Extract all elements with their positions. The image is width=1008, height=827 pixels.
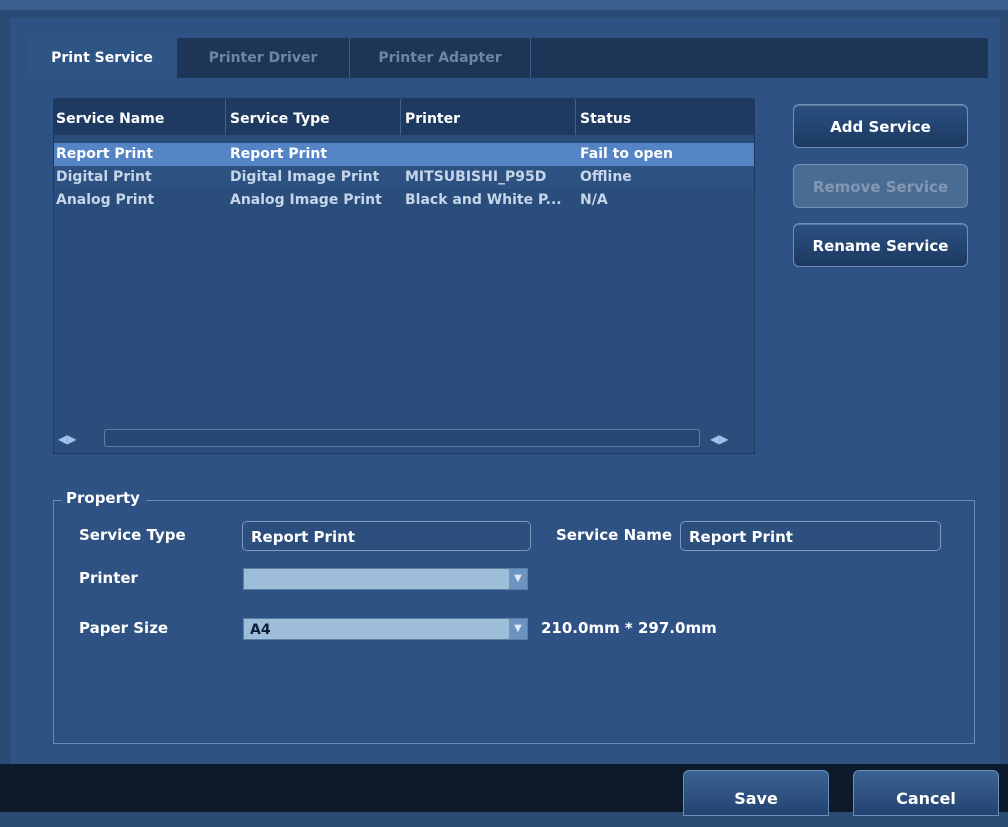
paper-size-value: A4 xyxy=(250,622,271,638)
cell-service-type: Report Print xyxy=(230,146,328,162)
cell-printer: MITSUBISHI_P95D xyxy=(405,169,547,185)
horizontal-scrollbar: ◀▶ ◀▶ xyxy=(54,425,754,453)
cell-status: Fail to open xyxy=(580,146,673,162)
cell-status: N/A xyxy=(580,192,608,208)
cancel-button[interactable]: Cancel xyxy=(853,770,999,816)
top-strip xyxy=(0,0,1008,10)
add-service-button[interactable]: Add Service xyxy=(793,104,968,148)
property-title: Property xyxy=(62,489,146,507)
rename-service-button[interactable]: Rename Service xyxy=(793,223,968,267)
tab-printer-driver[interactable]: Printer Driver xyxy=(177,38,349,78)
tab-print-service[interactable]: Print Service xyxy=(27,38,177,78)
remove-service-button[interactable]: Remove Service xyxy=(793,164,968,208)
scroll-right-arrows-icon[interactable]: ◀▶ xyxy=(710,429,750,449)
save-button[interactable]: Save xyxy=(683,770,829,816)
paper-size-label: Paper Size xyxy=(79,619,169,637)
column-header-service-name[interactable]: Service Name xyxy=(54,99,226,135)
cell-service-name: Digital Print xyxy=(56,169,152,185)
tab-divider xyxy=(530,38,531,78)
column-header-service-type[interactable]: Service Type xyxy=(228,99,400,135)
column-separator xyxy=(400,99,401,135)
cell-service-type: Analog Image Print xyxy=(230,192,382,208)
service-type-label: Service Type xyxy=(79,526,186,544)
chevron-down-icon: ▼ xyxy=(509,619,527,639)
table-row[interactable]: Digital Print Digital Image Print MITSUB… xyxy=(54,166,754,189)
chevron-down-icon: ▼ xyxy=(509,569,527,589)
cell-service-type: Digital Image Print xyxy=(230,169,380,185)
tab-bar: Print Service Printer Driver Printer Ada… xyxy=(27,38,988,78)
table-header: Service Name Service Type Printer Status xyxy=(54,99,754,135)
column-header-printer[interactable]: Printer xyxy=(403,99,575,135)
paper-size-dropdown[interactable]: A4 ▼ xyxy=(243,618,528,640)
table-row[interactable]: Report Print Report Print Fail to open xyxy=(54,143,754,166)
printer-dropdown[interactable]: ▼ xyxy=(243,568,528,590)
column-header-status[interactable]: Status xyxy=(578,99,750,135)
cell-service-name: Analog Print xyxy=(56,192,155,208)
column-separator xyxy=(575,99,576,135)
column-separator xyxy=(225,99,226,135)
table-row[interactable]: Analog Print Analog Image Print Black an… xyxy=(54,189,754,212)
service-name-label: Service Name xyxy=(556,526,673,544)
scrollbar-track[interactable] xyxy=(104,429,700,447)
service-table: Service Name Service Type Printer Status… xyxy=(53,98,755,454)
scroll-left-arrows-icon[interactable]: ◀▶ xyxy=(58,429,98,449)
service-name-field[interactable]: Report Print xyxy=(680,521,941,551)
cell-printer: Black and White P... xyxy=(405,192,562,208)
service-type-field[interactable]: Report Print xyxy=(242,521,531,551)
tab-printer-adapter[interactable]: Printer Adapter xyxy=(350,38,530,78)
paper-dimensions-text: 210.0mm * 297.0mm xyxy=(541,619,717,637)
cell-status: Offline xyxy=(580,169,632,185)
printer-label: Printer xyxy=(79,569,138,587)
cell-service-name: Report Print xyxy=(56,146,154,162)
